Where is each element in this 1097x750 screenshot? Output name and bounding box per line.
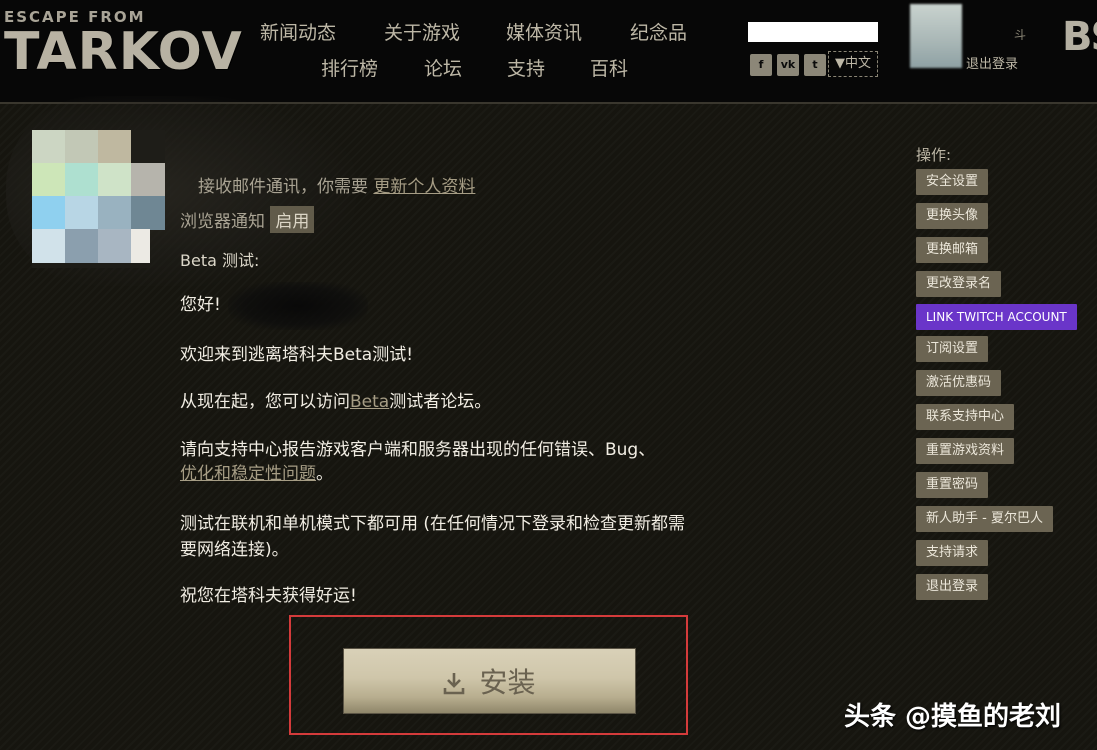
- change-login-button[interactable]: 更改登录名: [916, 271, 1002, 297]
- contact-support-button[interactable]: 联系支持中心: [916, 404, 1015, 430]
- support-requests-button[interactable]: 支持请求: [916, 540, 989, 566]
- change-avatar-button[interactable]: 更换头像: [916, 203, 989, 229]
- facebook-icon[interactable]: f: [750, 54, 772, 76]
- reset-profile-button[interactable]: 重置游戏资料: [916, 438, 1015, 464]
- report-line1: 请向支持中心报告游戏客户端和服务器出现的任何错误、Bug、: [180, 440, 656, 460]
- language-selector[interactable]: ▼中文: [828, 51, 878, 77]
- site-header: ESCAPE FROM TARKOV 新闻动态 关于游戏 媒体资讯 纪念品 排行…: [0, 0, 1097, 104]
- report-line2: 优化和稳定性问题。: [180, 459, 333, 484]
- search-input[interactable]: [748, 22, 878, 42]
- site-logo[interactable]: ESCAPE FROM TARKOV: [4, 8, 242, 86]
- forum-access-line: 从现在起，您可以访问Beta测试者论坛。: [180, 387, 491, 412]
- change-email-button[interactable]: 更换邮箱: [916, 237, 989, 263]
- nav-media[interactable]: 媒体资讯: [506, 18, 582, 45]
- install-label: 安装: [479, 666, 536, 699]
- reset-password-button[interactable]: 重置密码: [916, 472, 989, 498]
- watermark: 头条 @摸鱼的老刘: [844, 702, 1062, 732]
- logo-line2: TARKOV: [4, 22, 243, 82]
- nav-support[interactable]: 支持: [507, 54, 545, 81]
- subscription-settings-button[interactable]: 订阅设置: [916, 336, 989, 362]
- logout-link[interactable]: 退出登录: [966, 53, 1018, 72]
- nav-wiki[interactable]: 百科: [590, 54, 628, 81]
- activate-promo-button[interactable]: 激活优惠码: [916, 370, 1002, 396]
- nav-forum[interactable]: 论坛: [424, 54, 462, 81]
- profile-avatar: [32, 130, 165, 268]
- nav-news[interactable]: 新闻动态: [260, 18, 336, 45]
- greeting: 您好!: [180, 295, 221, 315]
- browser-notify-label: 浏览器通知: [180, 212, 265, 232]
- report-line2-suffix: 。: [316, 464, 333, 484]
- beta-forum-link[interactable]: Beta: [350, 392, 389, 412]
- bsg-logo[interactable]: BSG: [1062, 14, 1097, 60]
- sherpa-helper-button[interactable]: 新人助手 - 夏尔巴人: [916, 506, 1053, 532]
- forum-prefix: 从现在起，您可以访问: [180, 392, 350, 412]
- logout-button[interactable]: 退出登录: [916, 574, 989, 600]
- optimization-link[interactable]: 优化和稳定性问题: [180, 464, 316, 484]
- link-twitch-button[interactable]: LINK TWITCH ACCOUNT: [916, 304, 1077, 330]
- beta-label: Beta 测试:: [180, 251, 260, 270]
- nav-about[interactable]: 关于游戏: [384, 18, 460, 45]
- modes-line2: 要网络连接)。: [180, 540, 289, 560]
- modes-line1: 测试在联机和单机模式下都可用 (在任何情况下登录和检查更新都需: [180, 514, 686, 534]
- vk-icon[interactable]: vk: [777, 54, 799, 76]
- redacted-username: [228, 282, 368, 330]
- welcome-text: 欢迎来到逃离塔科夫Beta测试!: [180, 345, 414, 365]
- email-notice: 接收邮件通讯，你需要 更新个人资料: [198, 172, 475, 197]
- good-luck-text: 祝您在塔科夫获得好运!: [180, 586, 357, 606]
- nav-leaderboard[interactable]: 排行榜: [321, 54, 378, 81]
- browser-notify-row: 浏览器通知 启用: [180, 206, 315, 233]
- twitter-icon[interactable]: t: [804, 54, 826, 76]
- email-notice-text: 接收邮件通讯，你需要: [198, 177, 368, 197]
- update-profile-link[interactable]: 更新个人资料: [373, 177, 475, 197]
- nav-merch[interactable]: 纪念品: [630, 18, 687, 45]
- enable-notifications-button[interactable]: 启用: [270, 206, 315, 233]
- user-avatar[interactable]: [910, 4, 962, 68]
- username-label: 斗: [1014, 28, 1027, 42]
- forum-suffix: 测试者论坛。: [389, 392, 492, 412]
- install-button[interactable]: 安装: [343, 648, 636, 714]
- security-settings-button[interactable]: 安全设置: [916, 169, 989, 195]
- download-icon: [443, 669, 465, 695]
- operations-title: 操作:: [916, 146, 952, 164]
